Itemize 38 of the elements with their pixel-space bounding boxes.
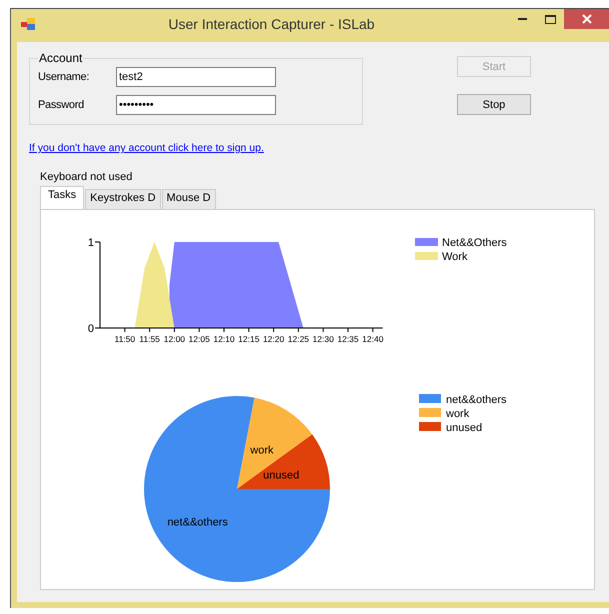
legend-label: unused: [446, 422, 482, 434]
close-button[interactable]: [564, 9, 609, 29]
y-tick-label: 0: [88, 323, 94, 335]
x-tick-label: 12:20: [262, 334, 284, 344]
legend-label: Work: [442, 251, 468, 263]
legend-label: net&&others: [446, 394, 507, 406]
app-icon: [21, 18, 35, 30]
minimize-icon: [518, 18, 526, 20]
legend-label: work: [446, 408, 470, 420]
x-tick-label: 12:15: [238, 334, 260, 344]
status-text: Keyboard not used: [40, 171, 132, 183]
window-title: User Interaction Capturer - ISLab: [167, 16, 376, 32]
slice-label: net&&others: [167, 516, 228, 529]
x-tick-label: 12:05: [188, 334, 210, 344]
x-tick-label: 12:25: [288, 334, 310, 344]
slice-label: work: [250, 444, 274, 457]
group-title: Account: [38, 51, 84, 65]
tab[interactable]: Keystrokes D: [85, 189, 161, 209]
x-tick-label: 12:10: [213, 334, 235, 344]
legend-label: Net&&Others: [442, 237, 507, 249]
x-tick-label: 11:55: [139, 334, 160, 344]
tab[interactable]: Tasks: [40, 186, 84, 209]
x-tick-label: 12:35: [337, 334, 359, 344]
username-label: Username:: [38, 71, 90, 83]
y-tick-label: 1: [88, 237, 94, 249]
username-field[interactable]: test2: [116, 67, 276, 87]
x-tick-label: 12:00: [164, 334, 186, 344]
password-field[interactable]: •••••••••: [116, 95, 276, 115]
x-tick-label: 12:40: [362, 334, 384, 344]
slice-label: unused: [263, 470, 300, 482]
stop-button[interactable]: Stop: [457, 94, 531, 115]
signup-link[interactable]: If you don't have any account click here to sign up.: [29, 142, 264, 154]
password-label: Password: [38, 99, 85, 111]
tab[interactable]: Mouse D: [162, 189, 216, 209]
close-icon: [582, 14, 592, 24]
maximize-icon: [544, 14, 556, 24]
x-tick-label: 11:50: [114, 334, 136, 344]
x-tick-label: 12:30: [312, 334, 334, 344]
